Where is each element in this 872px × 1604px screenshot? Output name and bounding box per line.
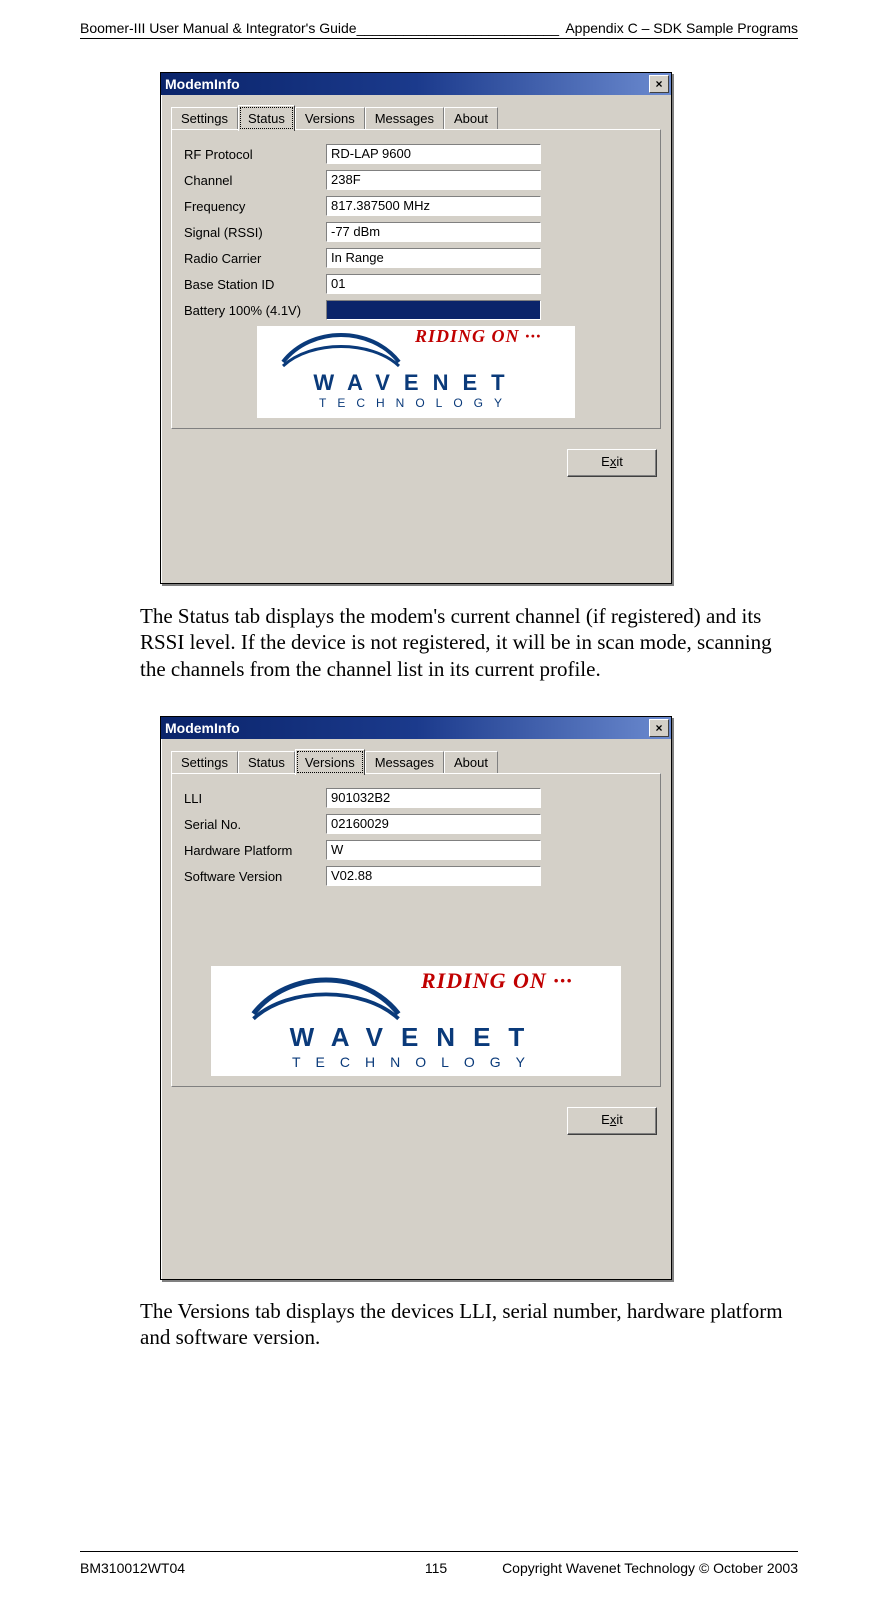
header-right: Appendix C – SDK Sample Programs: [565, 20, 798, 36]
tab-about[interactable]: About: [444, 107, 498, 129]
logo-wavenet-text: WAVENET: [257, 370, 575, 396]
field[interactable]: RD-LAP 9600: [326, 144, 541, 164]
field[interactable]: 02160029: [326, 814, 541, 834]
paragraph-versions: The Versions tab displays the devices LL…: [140, 1298, 802, 1351]
label: Frequency: [184, 199, 326, 214]
row-battery: Battery 100% (4.1V): [184, 300, 648, 320]
row-serial-no: Serial No. 02160029: [184, 814, 648, 834]
label: LLI: [184, 791, 326, 806]
label: Channel: [184, 173, 326, 188]
field[interactable]: 901032B2: [326, 788, 541, 808]
header-rule: [80, 38, 798, 39]
tab-status[interactable]: Status: [238, 105, 295, 131]
field[interactable]: 238F: [326, 170, 541, 190]
row-channel: Channel 238F: [184, 170, 648, 190]
exit-row: Exit: [161, 439, 671, 491]
label: Serial No.: [184, 817, 326, 832]
field[interactable]: 01: [326, 274, 541, 294]
tab-bar: Settings Status Versions Messages About: [171, 105, 661, 129]
tab-messages[interactable]: Messages: [365, 751, 444, 773]
header-left: Boomer-III User Manual & Integrator's Gu…: [80, 20, 559, 36]
exit-row: Exit: [161, 1097, 671, 1149]
tab-panel-status: RF Protocol RD-LAP 9600 Channel 238F Fre…: [171, 129, 661, 429]
row-hardware-platform: Hardware Platform W: [184, 840, 648, 860]
logo-swoosh-icon: [281, 332, 401, 370]
close-icon[interactable]: ×: [649, 719, 669, 737]
row-frequency: Frequency 817.387500 MHz: [184, 196, 648, 216]
field[interactable]: In Range: [326, 248, 541, 268]
field[interactable]: W: [326, 840, 541, 860]
tab-messages[interactable]: Messages: [365, 107, 444, 129]
close-icon[interactable]: ×: [649, 75, 669, 93]
footer-rule: [80, 1551, 798, 1552]
logo-riding-text: RIDING ON ···: [421, 968, 573, 994]
label: Radio Carrier: [184, 251, 326, 266]
row-base-station-id: Base Station ID 01: [184, 274, 648, 294]
tab-versions[interactable]: Versions: [295, 107, 365, 129]
row-lli: LLI 901032B2: [184, 788, 648, 808]
field[interactable]: -77 dBm: [326, 222, 541, 242]
row-signal-rssi: Signal (RSSI) -77 dBm: [184, 222, 648, 242]
titlebar[interactable]: ModemInfo ×: [161, 717, 671, 739]
wavenet-logo: RIDING ON ··· WAVENET TECHNOLOGY: [257, 326, 575, 418]
field[interactable]: [326, 300, 541, 320]
tab-versions[interactable]: Versions: [295, 749, 365, 775]
wavenet-logo: RIDING ON ··· WAVENET TECHNOLOGY: [211, 966, 621, 1076]
field[interactable]: 817.387500 MHz: [326, 196, 541, 216]
row-software-version: Software Version V02.88: [184, 866, 648, 886]
label: Signal (RSSI): [184, 225, 326, 240]
tab-bar: Settings Status Versions Messages About: [171, 749, 661, 773]
label: Software Version: [184, 869, 326, 884]
tab-about[interactable]: About: [444, 751, 498, 773]
row-radio-carrier: Radio Carrier In Range: [184, 248, 648, 268]
modeminfo-dialog-versions: ModemInfo × Settings Status Versions Mes…: [160, 716, 672, 1280]
logo-technology-text: TECHNOLOGY: [211, 1054, 621, 1070]
titlebar[interactable]: ModemInfo ×: [161, 73, 671, 95]
logo-wavenet-text: WAVENET: [211, 1022, 621, 1053]
exit-button[interactable]: Exit: [567, 449, 657, 477]
logo-technology-text: TECHNOLOGY: [257, 396, 575, 410]
logo-riding-text: RIDING ON ···: [415, 326, 542, 347]
label: Base Station ID: [184, 277, 326, 292]
row-rf-protocol: RF Protocol RD-LAP 9600: [184, 144, 648, 164]
label: Battery 100% (4.1V): [184, 303, 326, 318]
tab-panel-versions: LLI 901032B2 Serial No. 02160029 Hardwar…: [171, 773, 661, 1087]
paragraph-status: The Status tab displays the modem's curr…: [140, 603, 802, 682]
title-text: ModemInfo: [165, 76, 240, 92]
footer-right: Copyright Wavenet Technology © October 2…: [502, 1560, 798, 1576]
modeminfo-dialog-status: ModemInfo × Settings Status Versions Mes…: [160, 72, 672, 584]
title-text: ModemInfo: [165, 720, 240, 736]
exit-button[interactable]: Exit: [567, 1107, 657, 1135]
tab-settings[interactable]: Settings: [171, 107, 238, 129]
field[interactable]: V02.88: [326, 866, 541, 886]
tab-status[interactable]: Status: [238, 751, 295, 773]
logo-swoosh-icon: [251, 976, 401, 1024]
tab-settings[interactable]: Settings: [171, 751, 238, 773]
label: RF Protocol: [184, 147, 326, 162]
label: Hardware Platform: [184, 843, 326, 858]
